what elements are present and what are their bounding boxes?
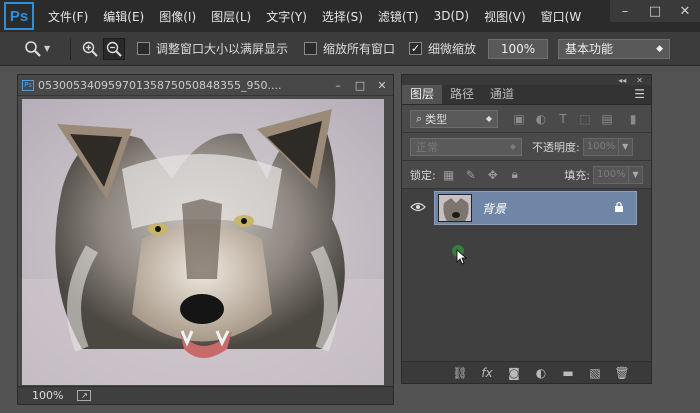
fx-icon[interactable]: fx xyxy=(478,366,496,380)
menu-filter[interactable]: 滤镜(T) xyxy=(378,8,419,25)
add-mask-icon[interactable]: ◙ xyxy=(505,366,523,380)
document-zoom-level[interactable]: 100% xyxy=(32,389,63,402)
document-title: 0530053409597013587505084835​5_950.... xyxy=(38,78,282,92)
document-icon: Ps xyxy=(22,79,34,91)
menu-select[interactable]: 选择(S) xyxy=(322,8,363,25)
new-group-icon[interactable]: ▬ xyxy=(559,366,577,380)
menu-type[interactable]: 文字(Y) xyxy=(266,8,307,25)
workspace-select[interactable]: 基本功能 ◆ xyxy=(558,38,671,59)
link-layers-icon[interactable]: ⛓ xyxy=(451,366,469,380)
layers-panel-footer: ⛓ fx ◙ ◐ ▬ ▧ 🗑︎ xyxy=(402,361,651,383)
panel-tabs: 图层 路径 通道 ☰ xyxy=(402,85,651,105)
scrubby-zoom-label: 细微缩放 xyxy=(428,42,477,56)
layers-panel: ◂◂ ✕ 图层 路径 通道 ☰ ⌕ 类型 ◆ ▣ ◐ T ⬚ ▤ ▮ 正常 ◆ … xyxy=(401,74,652,384)
menu-bar: Ps 文件(F) 编辑(E) 图像(I) 图层(L) 文字(Y) 选择(S) 滤… xyxy=(0,0,700,32)
lock-all-icon[interactable]: 🔒︎ xyxy=(506,166,524,184)
close-button[interactable]: ✕ xyxy=(670,0,700,22)
menu-layer[interactable]: 图层(L) xyxy=(211,8,251,25)
menu-file[interactable]: 文件(F) xyxy=(48,8,88,25)
lock-fill-row: 锁定: ▦ ✎ ✥ 🔒︎ 填充: 100% ▼ xyxy=(402,161,651,189)
delete-layer-icon[interactable]: 🗑︎ xyxy=(613,366,631,380)
lock-image-icon[interactable]: ✎ xyxy=(462,166,480,184)
panel-menu-icon[interactable]: ☰ xyxy=(634,85,645,104)
zoom-out-icon xyxy=(106,41,122,57)
workspace-label: 基本功能 xyxy=(565,42,614,56)
options-bar: ▼ 调整窗口大小以满屏显示 缩放所有窗口 ✓ 细微缩放 100% 基本功能 ◆ xyxy=(0,32,700,66)
lock-label: 锁定: xyxy=(410,168,436,182)
layer-row[interactable]: 背景 xyxy=(402,190,651,226)
menu-view[interactable]: 视图(V) xyxy=(484,8,526,25)
window-controls: – □ ✕ xyxy=(610,0,700,22)
menu-window[interactable]: 窗口(W xyxy=(541,8,582,25)
document-maximize-button[interactable]: □ xyxy=(349,79,371,92)
divider xyxy=(70,37,71,60)
lock-icon xyxy=(614,201,624,216)
collapse-icon[interactable]: ◂◂ xyxy=(618,76,626,85)
tool-preset-picker[interactable]: ▼ xyxy=(24,40,62,58)
pixel-filter-icon[interactable]: ▣ xyxy=(510,110,528,128)
zoom-in-icon xyxy=(82,41,98,57)
resize-windows-checkbox[interactable] xyxy=(137,42,150,55)
lock-transparent-icon[interactable]: ▦ xyxy=(440,166,458,184)
layer-background[interactable]: 背景 xyxy=(434,191,637,225)
layer-name[interactable]: 背景 xyxy=(482,200,614,217)
eye-icon[interactable] xyxy=(402,201,434,215)
chevron-updown-icon: ◆ xyxy=(485,114,492,123)
chevron-down-icon[interactable]: ▼ xyxy=(629,165,643,184)
fill-input[interactable]: 100% xyxy=(593,165,629,184)
filter-type-label: 类型 xyxy=(425,112,448,126)
search-icon: ⌕ xyxy=(416,111,423,125)
layer-thumbnail xyxy=(438,194,472,222)
blend-opacity-row: 正常 ◆ 不透明度: 100% ▼ xyxy=(402,133,651,161)
adjustment-filter-icon[interactable]: ◐ xyxy=(532,110,550,128)
smart-object-filter-icon[interactable]: ▤ xyxy=(598,110,616,128)
menu-3d[interactable]: 3D(D) xyxy=(434,9,469,23)
tab-layers[interactable]: 图层 xyxy=(402,85,443,104)
scrubby-zoom-checkbox[interactable]: ✓ xyxy=(409,42,423,55)
new-layer-icon[interactable]: ▧ xyxy=(586,366,604,380)
shape-filter-icon[interactable]: ⬚ xyxy=(576,110,594,128)
menu-edit[interactable]: 编辑(E) xyxy=(103,8,144,25)
type-filter-icon[interactable]: T xyxy=(554,110,572,128)
opacity-input[interactable]: 100% xyxy=(582,137,619,156)
maximize-button[interactable]: □ xyxy=(640,0,670,22)
zoom-in-button[interactable] xyxy=(79,38,101,60)
opacity-label: 不透明度: xyxy=(532,140,580,154)
adjustment-layer-icon[interactable]: ◐ xyxy=(532,366,550,380)
zoom-100-button[interactable]: 100% xyxy=(488,38,549,59)
zoom-tool-icon xyxy=(25,40,41,57)
checkmark-icon: ✓ xyxy=(410,42,421,55)
document-status-bar: 100% ↗ xyxy=(18,386,393,404)
zoom-all-windows-checkbox[interactable] xyxy=(304,42,318,55)
panel-collapse-bar[interactable]: ◂◂ ✕ xyxy=(402,75,651,85)
document-window: Ps 0530053409597013587505084835​5_950...… xyxy=(17,74,394,405)
chevron-updown-icon: ◆ xyxy=(509,142,516,151)
lock-position-icon[interactable]: ✥ xyxy=(484,166,502,184)
tab-channels[interactable]: 通道 xyxy=(482,85,522,104)
chevron-updown-icon: ◆ xyxy=(656,43,664,54)
document-close-button[interactable]: ✕ xyxy=(371,79,393,92)
wolf-image xyxy=(22,99,384,385)
resize-windows-label: 调整窗口大小以满屏显示 xyxy=(156,42,289,56)
blend-mode-label: 正常 xyxy=(416,140,438,154)
blend-mode-select[interactable]: 正常 ◆ xyxy=(410,137,522,156)
share-icon[interactable]: ↗ xyxy=(77,390,92,401)
menu-image[interactable]: 图像(I) xyxy=(159,8,196,25)
canvas-image[interactable] xyxy=(22,99,384,385)
mouse-cursor xyxy=(452,245,468,265)
layer-filter-row: ⌕ 类型 ◆ ▣ ◐ T ⬚ ▤ ▮ xyxy=(402,105,651,133)
tab-paths[interactable]: 路径 xyxy=(442,85,482,104)
filter-toggle-icon[interactable]: ▮ xyxy=(624,110,642,128)
document-minimize-button[interactable]: – xyxy=(327,79,349,92)
chevron-down-icon[interactable]: ▼ xyxy=(618,137,633,156)
filter-type-select[interactable]: ⌕ 类型 ◆ xyxy=(410,109,498,128)
fill-label: 填充: xyxy=(564,168,590,182)
zoom-all-windows-label: 缩放所有窗口 xyxy=(323,42,396,56)
zoom-out-button[interactable] xyxy=(103,37,125,60)
app-logo: Ps xyxy=(4,2,34,30)
document-titlebar[interactable]: Ps 0530053409597013587505084835​5_950...… xyxy=(18,75,393,96)
close-panel-icon[interactable]: ✕ xyxy=(636,76,643,85)
chevron-down-icon: ▼ xyxy=(44,44,51,53)
minimize-button[interactable]: – xyxy=(610,0,640,22)
